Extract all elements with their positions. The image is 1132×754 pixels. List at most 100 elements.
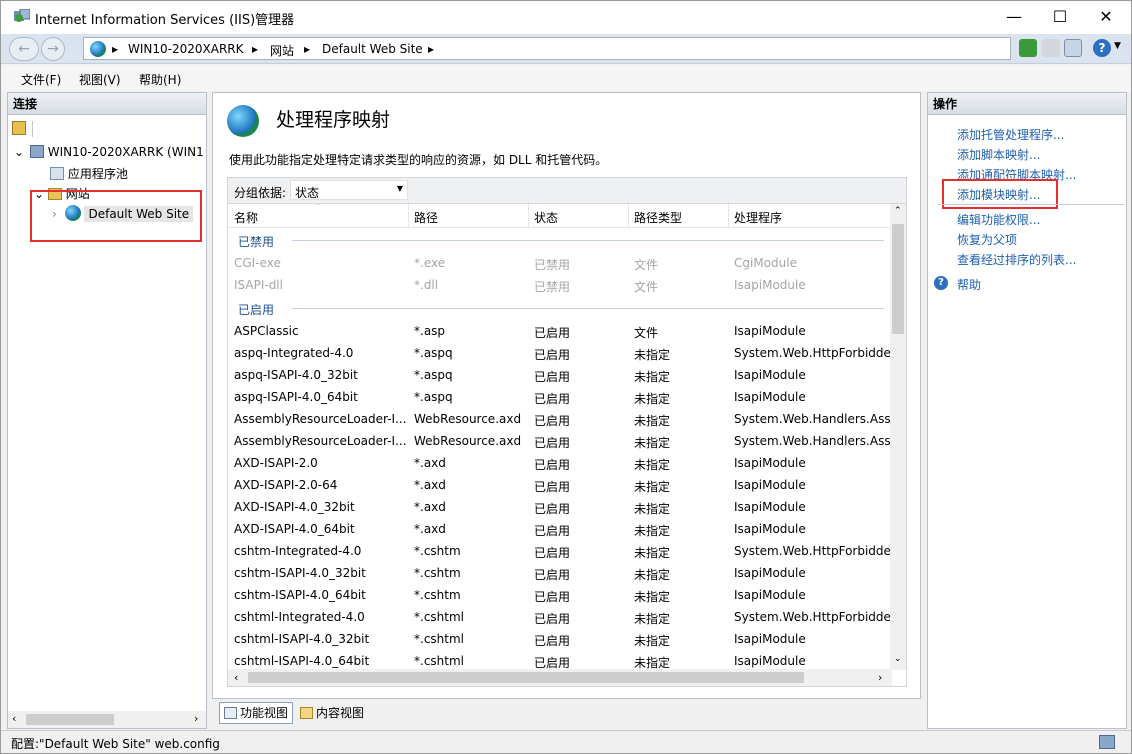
home-icon[interactable] [1064,39,1082,57]
column-handler[interactable]: 处理程序 [734,209,782,226]
tree-node-app-pools[interactable]: 应用程序池 [50,165,128,182]
table-cell: IsapiModule [734,478,806,492]
action-revert-to-parent[interactable]: 恢复为父项 [957,231,1017,248]
table-body: 已禁用 CGI-exe *.exe 已禁用 文件 CgiModule ISAPI-dll *… [228,228,892,672]
table-row[interactable]: AXD-ISAPI-2.0 *.axd 已启用 未指定 IsapiModule [228,452,892,474]
table-cell: IsapiModule [734,390,806,404]
iis-app-icon [14,9,30,22]
table-row[interactable]: ASPClassic *.asp 已启用 文件 IsapiModule [228,320,892,342]
table-cell: *.cshtm [414,544,461,558]
connections-panel: 连接 ⌄ WIN10-2020XARRK (WIN1 应用程序池 ⌄ 网站 › … [7,92,207,729]
crumb-server[interactable]: WIN10-2020XARRK [128,42,244,56]
feature-panel: 处理程序映射 使用此功能指定处理特定请求类型的响应的资源，如 DLL 和托管代码… [212,92,921,699]
table-cell: cshtm-ISAPI-4.0_32bit [234,566,366,580]
scroll-thumb[interactable] [248,672,804,683]
table-cell: WebResource.axd [414,434,522,448]
crumb-default-site[interactable]: Default Web Site [322,42,423,56]
help-icon[interactable]: ? [934,276,948,290]
table-cell: *.cshtml [414,610,464,624]
globe-icon [90,41,106,57]
tab-content-view[interactable]: 内容视图 [295,702,369,724]
table-row[interactable]: AssemblyResourceLoader-I... WebResource.a… [228,430,892,452]
table-cell: 已启用 [534,634,571,648]
chevron-down-icon[interactable]: ▼ [397,184,403,193]
column-path[interactable]: 路径 [414,209,438,226]
column-divider[interactable] [528,204,529,228]
group-by-select[interactable]: 状态 ▼ [290,180,408,200]
menu-help[interactable]: 帮助(H) [139,71,181,88]
table-cell: *.aspq [414,346,453,360]
table-cell: *.aspq [414,390,453,404]
group-header-disabled: 已禁用 [228,228,892,252]
close-button[interactable]: ✕ [1083,1,1129,33]
horizontal-scrollbar[interactable]: ‹ › [8,711,206,728]
iis-manager-window: Internet Information Services (IIS)管理器 —… [0,0,1132,754]
window-title: Internet Information Services (IIS)管理器 [35,13,295,28]
scroll-thumb[interactable] [892,224,904,334]
horizontal-scrollbar[interactable]: ‹ › [228,669,892,686]
help-icon[interactable]: ? [1093,39,1111,57]
divider [938,204,1124,205]
column-state[interactable]: 状态 [534,209,558,226]
table-row[interactable]: AXD-ISAPI-4.0_64bit *.axd 已启用 未指定 IsapiModul… [228,518,892,540]
stop-icon[interactable] [1042,39,1060,57]
chevron-down-icon[interactable]: ⌄ [14,145,24,159]
forward-button[interactable]: → [41,37,65,61]
menu-view[interactable]: 视图(V) [79,71,121,88]
action-add-script-map[interactable]: 添加脚本映射... [957,146,1040,163]
maximize-button[interactable]: ☐ [1037,1,1083,33]
action-edit-feature-permissions[interactable]: 编辑功能权限... [957,211,1040,228]
table-cell: AssemblyResourceLoader-I... [234,412,406,426]
chevron-down-icon[interactable]: ▼ [1114,41,1121,51]
table-row[interactable]: AssemblyResourceLoader-I... WebResource.a… [228,408,892,430]
table-row[interactable]: AXD-ISAPI-4.0_32bit *.axd 已启用 未指定 IsapiModul… [228,496,892,518]
app-pool-icon [50,167,64,180]
vertical-scrollbar[interactable]: ⌃ ⌄ [890,204,906,670]
tab-features-view[interactable]: 功能视图 [219,702,294,724]
action-help[interactable]: 帮助 [957,276,981,293]
tree-node-server[interactable]: ⌄ WIN10-2020XARRK (WIN1 [14,145,204,159]
tab-label: 内容视图 [316,706,365,720]
table-row[interactable]: cshtml-ISAPI-4.0_32bit *.cshtml 已启用 未指定 Isap… [228,628,892,650]
menu-file[interactable]: 文件(F) [21,71,61,88]
table-row[interactable]: ISAPI-dll *.dll 已禁用 文件 IsapiModule [228,274,892,296]
table-cell: cshtml-Integrated-4.0 [234,610,365,624]
scroll-thumb[interactable] [26,714,114,725]
table-row[interactable]: CGI-exe *.exe 已禁用 文件 CgiModule [228,252,892,274]
status-text: 配置:"Default Web Site" web.config [11,737,220,751]
column-name[interactable]: 名称 [234,209,258,226]
table-cell: System.Web.Handlers.Asse [734,412,892,426]
table-row[interactable]: AXD-ISAPI-2.0-64 *.axd 已启用 未指定 IsapiModule [228,474,892,496]
column-path-type[interactable]: 路径类型 [634,209,682,226]
chevron-right-icon[interactable]: › [194,712,198,725]
chevron-up-icon[interactable]: ⌃ [894,206,902,216]
table-row[interactable]: aspq-ISAPI-4.0_32bit *.aspq 已启用 未指定 IsapiMod… [228,364,892,386]
action-view-ordered-list[interactable]: 查看经过排序的列表... [957,251,1076,268]
table-row[interactable]: cshtm-ISAPI-4.0_64bit *.cshtm 已启用 未指定 IsapiM… [228,584,892,606]
column-divider[interactable] [728,204,729,228]
chevron-down-icon[interactable]: ⌄ [894,654,902,664]
table-row[interactable]: aspq-ISAPI-4.0_64bit *.aspq 已启用 未指定 IsapiMod… [228,386,892,408]
crumb-sites[interactable]: 网站 [270,42,294,59]
table-row[interactable]: aspq-Integrated-4.0 *.aspq 已启用 未指定 System.We… [228,342,892,364]
column-divider[interactable] [628,204,629,228]
table-row[interactable]: cshtm-Integrated-4.0 *.cshtm 已启用 未指定 System.… [228,540,892,562]
new-connection-icon[interactable] [12,121,26,135]
refresh-icon[interactable] [1019,39,1037,57]
table-row[interactable]: cshtml-Integrated-4.0 *.cshtml 已启用 未指定 Syste… [228,606,892,628]
chevron-right-icon[interactable]: › [878,671,882,684]
minimize-button[interactable]: — [991,1,1037,33]
network-icon [1099,735,1115,749]
breadcrumb[interactable]: ▸ WIN10-2020XARRK ▸ 网站 ▸ Default Web Sit… [83,37,1011,60]
table-cell: 已启用 [534,480,571,494]
table-cell: IsapiModule [734,522,806,536]
tree-label-app-pools: 应用程序池 [67,167,128,181]
table-cell: System.Web.HttpForbidde.. [734,346,892,360]
back-button[interactable]: ← [9,37,39,61]
crumb-sep-icon: ▸ [252,42,259,56]
column-divider[interactable] [408,204,409,228]
table-row[interactable]: cshtm-ISAPI-4.0_32bit *.cshtm 已启用 未指定 IsapiM… [228,562,892,584]
chevron-left-icon[interactable]: ‹ [234,671,238,684]
action-add-managed-handler[interactable]: 添加托管处理程序... [957,126,1064,143]
chevron-left-icon[interactable]: ‹ [12,712,16,725]
